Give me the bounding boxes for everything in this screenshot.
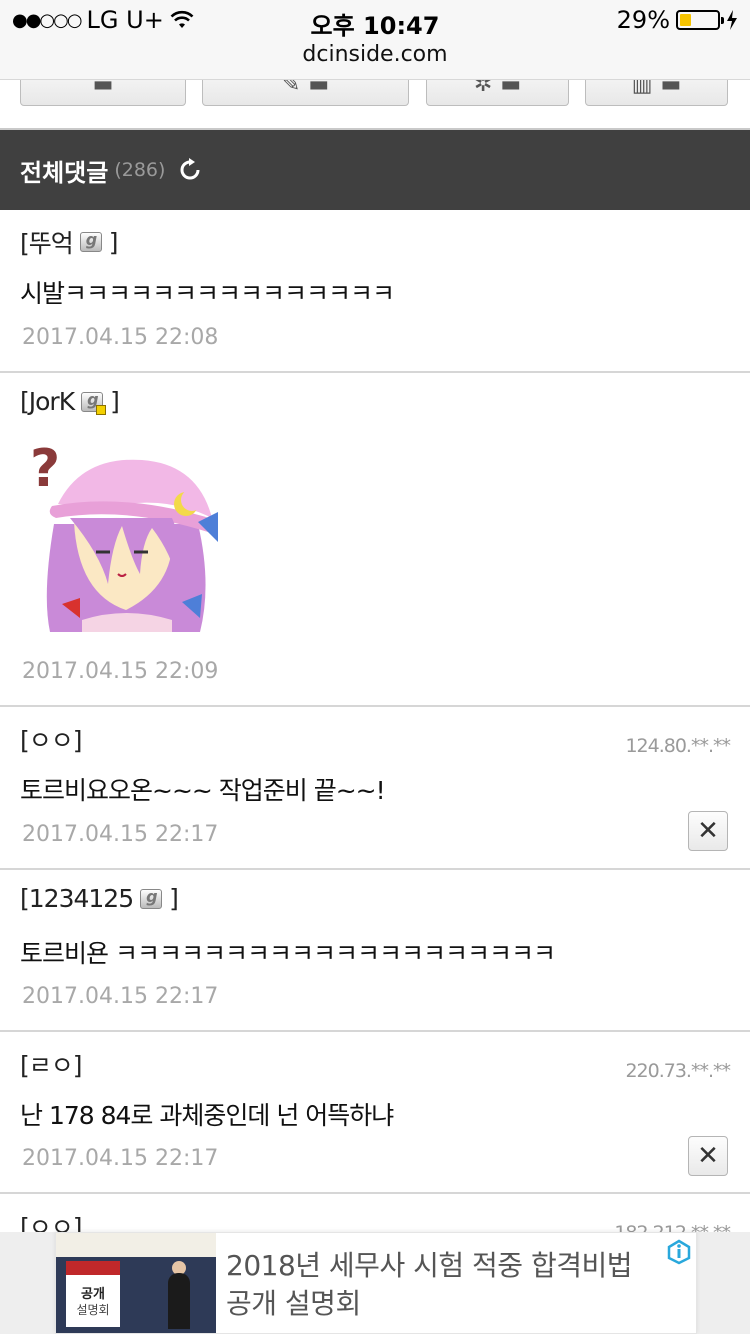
comment-ip: 220.73.**.**: [625, 1060, 731, 1082]
ad-banner[interactable]: 공개 설명회 2018년 세무사 시험 적중 합격비법 공개 설명회: [55, 1232, 697, 1334]
fixed-member-icon: [81, 390, 107, 415]
list-button[interactable]: ▬: [20, 80, 186, 106]
comment-author: [ㄹㅇ]: [20, 1051, 83, 1080]
ad-subline: 공개 설명회: [226, 1287, 361, 1320]
comment-author: [1234125 ]: [20, 884, 179, 913]
comment-date: 2017.04.15 22:08: [22, 325, 219, 350]
delete-comment-button[interactable]: ✕: [688, 811, 728, 851]
comment-author: [ㅇㅇ]: [20, 726, 83, 755]
battery-status: 29%: [617, 6, 738, 34]
comments-count: (286): [114, 159, 166, 181]
battery-percent: 29%: [616, 6, 670, 34]
address-bar[interactable]: dcinside.com: [0, 42, 750, 67]
gear-icon: ✲: [473, 80, 493, 97]
comment-date: 2017.04.15 22:17: [22, 822, 219, 847]
comment-text: 난 178 84로 과체중인데 넌 어뜩하냐: [20, 1101, 394, 1130]
gallery-member-icon: [79, 230, 102, 252]
comment-date: 2017.04.15 22:17: [22, 984, 219, 1009]
purple-hair-character-sticker: ?: [30, 439, 218, 632]
comment-item: [1234125 ] 토르비욘 ㅋㅋㅋㅋㅋㅋㅋㅋㅋㅋㅋㅋㅋㅋㅋㅋㅋㅋㅋㅋ 201…: [0, 870, 750, 1032]
delete-post-button[interactable]: ▥ ▬: [585, 80, 728, 106]
charging-bolt-icon: [727, 10, 737, 30]
comment-text: 시발ㅋㅋㅋㅋㅋㅋㅋㅋㅋㅋㅋㅋㅋㅋㅋ: [20, 279, 395, 308]
pencil-icon: ✎: [281, 80, 301, 97]
ad-headline: 2018년 세무사 시험 적중 합격비법: [226, 1249, 632, 1282]
comment-item: [ㅇㅇ] 124.80.**.** 토르비요오온~~~ 작업준비 끝~~! 20…: [0, 707, 750, 870]
edit-button[interactable]: ✲ ▬: [426, 80, 569, 106]
comment-text: 토르비요오온~~~ 작업준비 끝~~!: [20, 776, 386, 805]
ad-text: 2018년 세무사 시험 적중 합격비법 공개 설명회: [226, 1247, 632, 1323]
comment-date: 2017.04.15 22:17: [22, 1146, 219, 1171]
svg-text:?: ?: [30, 439, 60, 499]
ad-thumbnail: 공개 설명회: [56, 1233, 216, 1333]
comments-header: 전체댓글 (286): [0, 128, 750, 210]
write-button[interactable]: ✎ ▬: [202, 80, 409, 106]
post-action-buttons: ▬ ✎ ▬ ✲ ▬ ▥ ▬: [0, 80, 750, 128]
comment-date: 2017.04.15 22:09: [22, 659, 219, 684]
trash-icon: ▥: [631, 80, 653, 97]
comment-author: [JorK ]: [20, 387, 120, 416]
status-bar: ●●○○○ LG U+ 오후 10:47 29% dcinside.com: [0, 0, 750, 80]
delete-comment-button[interactable]: ✕: [688, 1136, 728, 1176]
battery-icon: [676, 10, 724, 30]
comment-ip: 124.80.**.**: [625, 735, 731, 757]
comment-author: [뚜억 ]: [20, 224, 119, 260]
comments-title: 전체댓글: [20, 158, 109, 187]
gallery-member-icon: [140, 887, 163, 909]
comment-item: [ㄹㅇ] 220.73.**.** 난 178 84로 과체중인데 넌 어뜩하냐…: [0, 1032, 750, 1194]
comment-text: 토르비욘 ㅋㅋㅋㅋㅋㅋㅋㅋㅋㅋㅋㅋㅋㅋㅋㅋㅋㅋㅋㅋ: [20, 939, 556, 968]
ad-info-icon[interactable]: [666, 1239, 692, 1265]
refresh-icon[interactable]: [177, 157, 203, 183]
comment-item: [뚜억 ] 시발ㅋㅋㅋㅋㅋㅋㅋㅋㅋㅋㅋㅋㅋㅋㅋ 2017.04.15 22:08: [0, 210, 750, 373]
